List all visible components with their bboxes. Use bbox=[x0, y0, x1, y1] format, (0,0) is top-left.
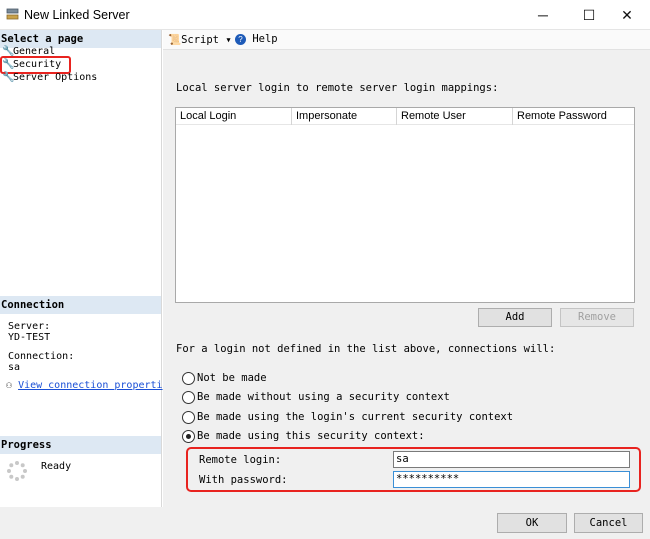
mappings-label: Local server login to remote server logi… bbox=[176, 82, 499, 94]
server-value: YD-TEST bbox=[8, 332, 51, 343]
login-mappings-grid[interactable]: Local Login Impersonate Remote User Remo… bbox=[175, 107, 635, 303]
minimize-button[interactable]: ─ bbox=[520, 0, 566, 30]
title-bar: New Linked Server ─ ☐ ✕ bbox=[0, 0, 650, 30]
radio-without-context[interactable] bbox=[182, 391, 195, 404]
column-remote-user[interactable]: Remote User bbox=[397, 108, 513, 125]
connection-label: Connection: bbox=[8, 351, 75, 362]
left-pane: Select a page 🔧General 🔧Security 🔧Server… bbox=[0, 30, 163, 507]
close-button[interactable]: ✕ bbox=[604, 0, 650, 30]
remote-login-label: Remote login: bbox=[199, 454, 282, 466]
ok-button[interactable]: OK bbox=[497, 513, 567, 533]
dialog-footer: OK Cancel bbox=[0, 507, 650, 539]
password-label: With password: bbox=[199, 474, 288, 486]
radio-not-be-made[interactable] bbox=[182, 372, 195, 385]
progress-spinner-icon bbox=[7, 461, 27, 481]
remote-login-input[interactable]: sa bbox=[393, 451, 630, 468]
connection-value: sa bbox=[8, 362, 21, 373]
progress-status: Ready bbox=[41, 461, 72, 472]
help-icon: ? bbox=[235, 34, 246, 45]
not-defined-label: For a login not defined in the list abov… bbox=[176, 343, 556, 355]
connection-header: Connection bbox=[0, 296, 161, 314]
cancel-button[interactable]: Cancel bbox=[574, 513, 643, 533]
column-remote-password[interactable]: Remote Password bbox=[513, 108, 634, 125]
script-button[interactable]: 📜Script ▾ bbox=[168, 33, 232, 46]
right-pane: 📜Script ▾ ? Help Local server login to r… bbox=[163, 30, 650, 507]
toolbar: 📜Script ▾ ? Help bbox=[163, 30, 650, 50]
column-impersonate[interactable]: Impersonate bbox=[292, 108, 397, 125]
dropdown-arrow-icon: ▾ bbox=[225, 34, 232, 46]
progress-header: Progress bbox=[0, 436, 161, 454]
server-app-icon bbox=[6, 8, 19, 20]
remove-button: Remove bbox=[560, 308, 634, 327]
grid-header: Local Login Impersonate Remote User Remo… bbox=[176, 108, 634, 125]
radio-current-context[interactable] bbox=[182, 411, 195, 424]
view-connection-link[interactable]: View connection properti bbox=[18, 380, 163, 391]
add-button[interactable]: Add bbox=[478, 308, 552, 327]
server-label: Server: bbox=[8, 321, 51, 332]
wrench-icon: 🔧 bbox=[2, 72, 15, 83]
view-connection-properties[interactable]: ⚇ View connection properti bbox=[6, 380, 163, 391]
page-item-server-options[interactable]: 🔧Server Options bbox=[2, 71, 97, 84]
window-title: New Linked Server bbox=[24, 8, 130, 22]
column-local-login[interactable]: Local Login bbox=[176, 108, 292, 125]
script-icon: 📜 bbox=[168, 34, 182, 46]
connection-properties-icon: ⚇ bbox=[6, 380, 13, 391]
radio-this-context[interactable] bbox=[182, 430, 195, 443]
help-button[interactable]: ? Help bbox=[235, 33, 278, 45]
password-input[interactable]: ********** bbox=[393, 471, 630, 488]
